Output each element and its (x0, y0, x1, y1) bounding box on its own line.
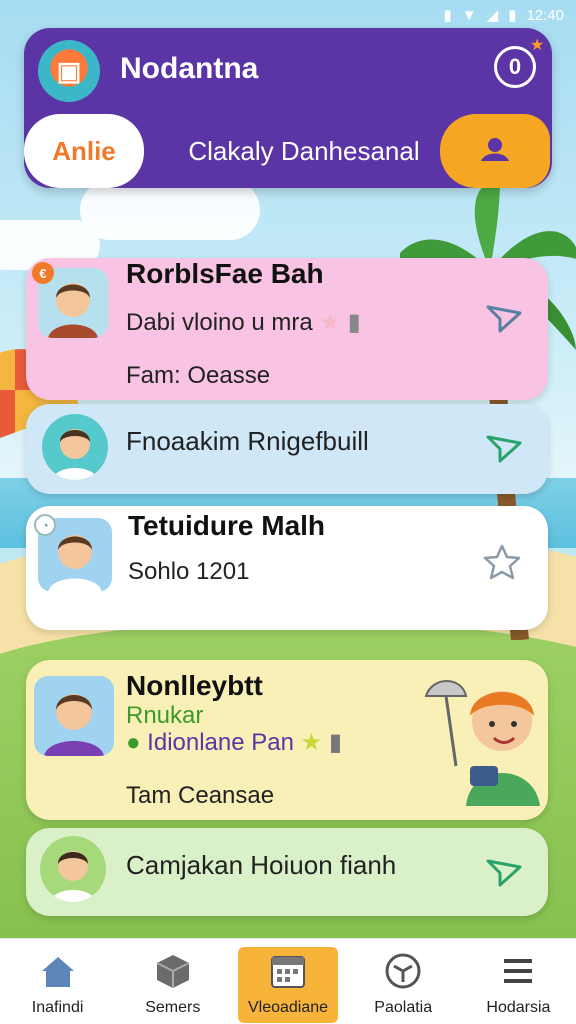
nav-item-compass[interactable]: Paolatia (346, 939, 461, 1024)
avatar (40, 836, 106, 902)
clock-badge-icon: ◔ (34, 514, 56, 536)
app-title: Nodantna (120, 52, 259, 85)
friend-card[interactable]: ◔ Tetuidure Malh Sohlo 1201 (26, 506, 548, 630)
nav-label: Vleoadiane (247, 999, 329, 1016)
status-bar: ▮ ▼ ◢ ▮ 12:40 (0, 0, 576, 30)
friend-name: Fnoaakim Rnigefbuill (126, 426, 369, 456)
menu-icon (498, 951, 538, 991)
nav-item-home[interactable]: Inafindi (0, 939, 115, 1024)
battery-icon: ▮ (508, 7, 517, 24)
friend-status: ● Idionlane Pan ★ ▮ (126, 728, 342, 757)
friend-card[interactable]: € RorblsFae Bah Dabi vloino u mra ★ ▮ Fa… (26, 258, 548, 400)
search-field[interactable]: Clakaly Danhesanal (144, 114, 464, 188)
leaf-icon: ● (126, 729, 141, 756)
nav-label: Semers (145, 999, 201, 1016)
backpack-logo-icon: ▣ (38, 40, 100, 102)
friend-card[interactable]: Camjakan Hoiuon fianh (26, 828, 548, 916)
friend-name: Camjakan Hoiuon fianh (126, 850, 397, 880)
compass-icon (383, 951, 423, 991)
avatar (42, 414, 108, 480)
bottom-navigation: Inafindi Semers Vleoadiane Paolatia Hoda… (0, 938, 576, 1024)
home-icon (38, 951, 78, 991)
add-person-icon (481, 138, 509, 161)
nav-item-menu[interactable]: Hodarsia (461, 939, 576, 1024)
friend-score: Sohlo 1201 (128, 558, 250, 585)
battery-small-icon: ▮ (347, 309, 361, 336)
send-icon[interactable] (482, 850, 526, 894)
wifi-icon: ▼ (461, 6, 477, 24)
avatar (34, 676, 114, 756)
friend-status-text: Dabi vloino u mra (126, 309, 313, 336)
battery-small-icon: ▮ (328, 729, 343, 756)
nav-label: Paolatia (374, 999, 433, 1016)
status-time: 12:40 (526, 6, 564, 24)
app-header: ▣ Nodantna 0 ★ Anlie Clakaly Danhesanal (24, 28, 552, 188)
friend-name: RorblsFae Bah (126, 258, 324, 289)
search-row: Anlie Clakaly Danhesanal (24, 114, 550, 188)
calendar-icon (268, 951, 308, 991)
send-icon[interactable] (482, 296, 526, 340)
friend-status-text: Idionlane Pan (147, 729, 294, 756)
signal-icon: ◢ (486, 7, 499, 24)
filter-chip[interactable]: Anlie (24, 114, 144, 188)
friend-location: Tam Ceansae (126, 782, 275, 809)
nav-label: Inafindi (31, 999, 84, 1016)
friend-subtitle: Rnukar (126, 702, 204, 729)
favorite-star-icon[interactable] (480, 540, 524, 584)
kid-with-umbrella-illustration (424, 680, 540, 806)
star-icon: ★ (319, 309, 341, 336)
friend-name: Nonlleybtt (126, 670, 263, 701)
friend-location: Fam: Oeasse (126, 362, 271, 389)
friend-card[interactable]: Fnoaakim Rnigefbuill (26, 404, 548, 494)
add-friend-button[interactable] (440, 114, 550, 188)
star-icon: ★ (300, 729, 323, 756)
nav-label: Hodarsia (486, 999, 551, 1016)
friend-name: Tetuidure Malh (128, 510, 326, 541)
nav-item-calendar[interactable]: Vleoadiane (230, 939, 345, 1024)
nav-item-semers[interactable]: Semers (115, 939, 230, 1024)
coin-badge: € (32, 262, 54, 284)
cloud (80, 180, 260, 240)
friend-card[interactable]: Nonlleybtt Rnukar ● Idionlane Pan ★ ▮ Ta… (26, 660, 548, 820)
friend-status: Dabi vloino u mra ★ ▮ (126, 308, 361, 337)
notification-star-icon: ★ (530, 37, 545, 54)
send-icon[interactable] (482, 426, 526, 470)
cube-icon (153, 951, 193, 991)
sim-icon: ▮ (443, 7, 452, 24)
